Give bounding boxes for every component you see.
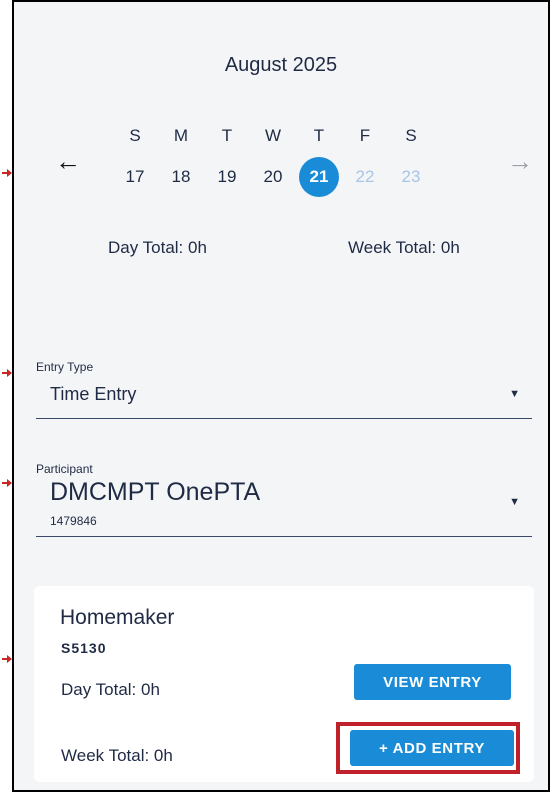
- day-total: Day Total: 0h: [108, 238, 207, 257]
- service-name: Homemaker: [60, 606, 175, 629]
- date-cell-selected[interactable]: 21: [296, 157, 342, 197]
- weekday-label: S: [405, 126, 417, 145]
- participant-label: Participant: [36, 462, 93, 476]
- date-cell[interactable]: 17: [112, 160, 158, 194]
- add-entry-button[interactable]: + ADD ENTRY: [350, 730, 514, 766]
- annotation-arrow: [2, 479, 12, 487]
- participant-select[interactable]: Participant DMCMPT OnePTA 1479846 ▼: [36, 458, 532, 537]
- weekday-label: S: [129, 126, 141, 145]
- service-week-total: Week Total: 0h: [61, 746, 173, 765]
- participant-id: 1479846: [50, 514, 97, 528]
- date-cell[interactable]: 18: [158, 160, 204, 194]
- participant-value: DMCMPT OnePTA: [50, 478, 261, 506]
- entry-type-value: Time Entry: [50, 384, 137, 404]
- service-day-total: Day Total: 0h: [61, 680, 160, 699]
- date-cell-future: 23: [401, 167, 421, 186]
- annotation-arrow: [2, 655, 12, 663]
- annotation-arrow: [2, 369, 12, 377]
- dropdown-caret-icon: ▼: [509, 496, 520, 508]
- weekday-label: W: [264, 126, 282, 145]
- service-code: S5130: [61, 640, 107, 656]
- entry-type-label: Entry Type: [36, 360, 94, 374]
- entry-type-select[interactable]: Entry Type Time Entry ▼: [36, 354, 532, 419]
- month-title: August 2025: [224, 54, 338, 76]
- previous-week-arrow-icon[interactable]: ←: [52, 145, 84, 177]
- date-cell[interactable]: 19: [204, 160, 250, 194]
- weekday-label: T: [221, 126, 233, 145]
- edge-annotations: [0, 0, 12, 796]
- date-cell[interactable]: 20: [250, 160, 296, 194]
- service-card: Homemaker S5130 Day Total: 0h Week Total…: [34, 586, 534, 782]
- time-entry-screen: August 2025 ← → S M T W T F S 17 18 19 2…: [12, 0, 550, 792]
- weekday-header-row: S M T W T F S: [112, 126, 434, 146]
- weekday-label: F: [359, 126, 371, 145]
- dropdown-caret-icon: ▼: [509, 388, 520, 400]
- date-cell-future: 22: [355, 167, 375, 186]
- date-row: 17 18 19 20 21 22 23: [112, 157, 434, 197]
- weekday-label: M: [173, 126, 189, 145]
- annotation-arrow: [2, 169, 12, 177]
- week-strip: S M T W T F S 17 18 19 20 21 22 23: [112, 126, 434, 197]
- week-total: Week Total: 0h: [348, 238, 460, 257]
- view-entry-button[interactable]: VIEW ENTRY: [354, 664, 511, 700]
- weekday-label: T: [313, 126, 325, 145]
- next-week-arrow-icon[interactable]: →: [504, 145, 536, 177]
